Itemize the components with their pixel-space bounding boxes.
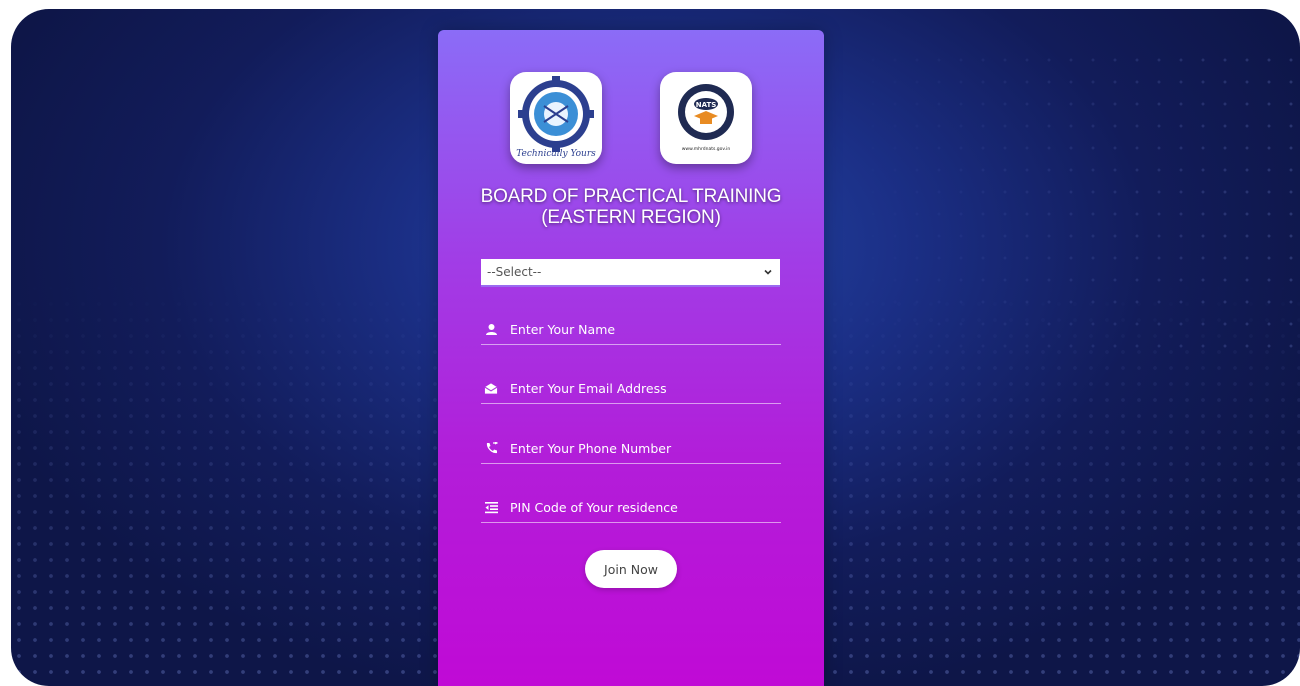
phone-placeholder: Enter Your Phone Number xyxy=(510,440,672,456)
chevron-down-icon xyxy=(764,269,772,275)
gear-emblem-icon: Technically Yours xyxy=(516,76,596,159)
category-select[interactable]: --Select-- xyxy=(481,259,780,287)
nats-emblem-icon: NATS www.mhrdnats.gov.in xyxy=(678,84,734,152)
email-placeholder: Enter Your Email Address xyxy=(510,380,667,396)
nats-logo: NATS www.mhrdnats.gov.in xyxy=(660,72,752,164)
nats-badge-text: NATS xyxy=(696,101,717,109)
user-icon xyxy=(484,322,498,336)
select-value: --Select-- xyxy=(487,265,542,279)
svg-text:Technically Yours: Technically Yours xyxy=(516,149,596,159)
pin-code-field[interactable]: PIN Code of Your residence xyxy=(481,492,781,523)
name-field[interactable]: Enter Your Name xyxy=(481,314,781,345)
email-field[interactable]: Enter Your Email Address xyxy=(481,373,781,404)
phone-field[interactable]: Enter Your Phone Number xyxy=(481,433,781,464)
page-title: BOARD OF PRACTICAL TRAINING (EASTERN REG… xyxy=(438,186,824,228)
join-now-button[interactable]: Join Now xyxy=(585,550,677,588)
nats-url-text: www.mhrdnats.gov.in xyxy=(682,146,731,152)
name-placeholder: Enter Your Name xyxy=(510,321,616,337)
indent-list-icon xyxy=(484,500,498,514)
title-line-2: (EASTERN REGION) xyxy=(541,207,721,228)
phone-icon xyxy=(484,441,498,455)
pin-code-placeholder: PIN Code of Your residence xyxy=(510,499,678,515)
title-line-1: BOARD OF PRACTICAL TRAINING xyxy=(480,186,782,207)
dot-pattern-decoration-right xyxy=(840,49,1300,349)
envelope-open-icon xyxy=(484,381,498,395)
bopt-logo: Technically Yours xyxy=(510,72,602,164)
registration-card: Technically Yours NATS www.mhrdnats.gov.… xyxy=(438,30,824,686)
